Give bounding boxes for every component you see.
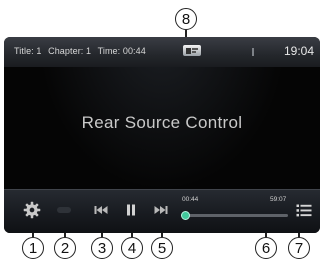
next-button[interactable] — [148, 198, 174, 222]
previous-button[interactable] — [88, 198, 114, 222]
callout-5: 5 — [151, 237, 173, 259]
progress-elapsed: 00:44 — [182, 196, 199, 203]
pause-button[interactable] — [118, 198, 144, 222]
callout-3: 3 — [91, 237, 113, 259]
rear-source-control-label: Rear Source Control — [81, 113, 243, 132]
callout-1: 1 — [22, 237, 44, 259]
skip-next-icon — [154, 206, 168, 214]
control-bar: 00:44 59:07 — [4, 189, 320, 233]
signal-icon — [252, 48, 254, 56]
clock: 19:04 — [283, 44, 314, 58]
list-menu-icon — [296, 204, 312, 216]
skip-previous-icon — [94, 206, 108, 214]
callout-6: 6 — [255, 237, 277, 259]
progress-total: 59:07 — [270, 196, 287, 203]
settings-button[interactable] — [20, 198, 44, 222]
progress-knob[interactable] — [181, 211, 191, 220]
callout-4: 4 — [121, 237, 143, 259]
elapsed-time: Time: 00:44 — [97, 46, 146, 56]
status-bar: Title: 1 Chapter: 1 Time: 00:44 19:04 — [4, 37, 320, 67]
media-badge-icon — [183, 45, 201, 56]
gear-icon — [23, 201, 41, 219]
callout-8: 8 — [175, 8, 197, 30]
chapter-number: Chapter: 1 — [48, 46, 92, 56]
dim-button-icon — [57, 207, 71, 213]
pause-icon — [127, 204, 135, 216]
device-screen: Title: 1 Chapter: 1 Time: 00:44 19:04 Re… — [4, 37, 320, 233]
dim-button[interactable] — [52, 198, 76, 222]
callout-7: 7 — [288, 237, 310, 259]
callout-2: 2 — [54, 237, 76, 259]
progress-track[interactable] — [181, 211, 288, 220]
list-menu-button[interactable] — [293, 198, 315, 222]
playback-info: Title: 1 Chapter: 1 Time: 00:44 — [14, 46, 150, 56]
title-number: Title: 1 — [14, 46, 42, 56]
